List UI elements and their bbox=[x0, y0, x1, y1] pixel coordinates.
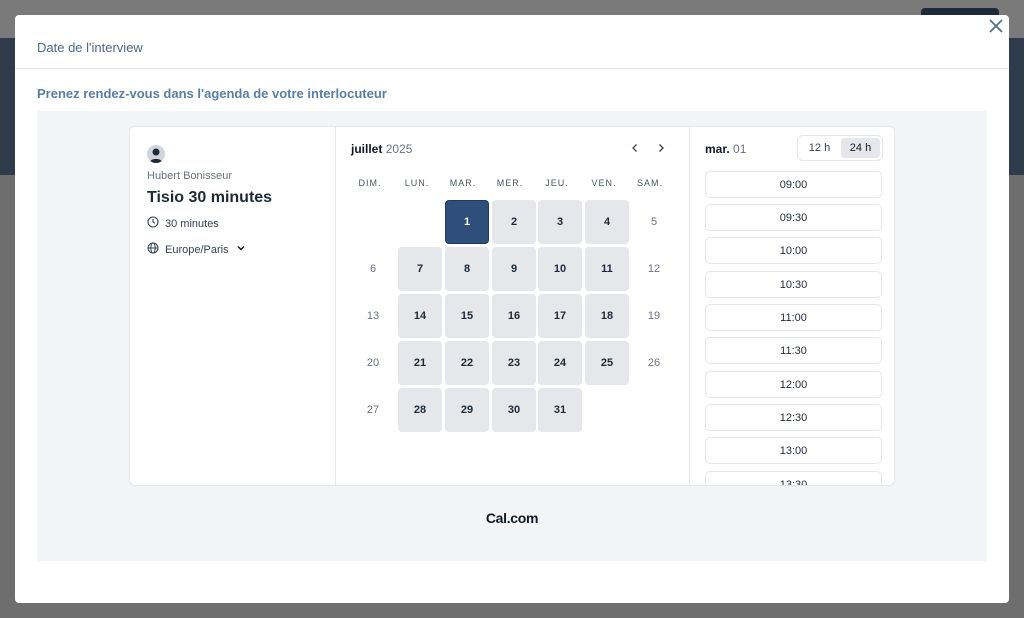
weekday-wed: MER. bbox=[496, 178, 524, 188]
calendar-day[interactable]: 17 bbox=[538, 294, 582, 338]
selected-day-name: mar. bbox=[705, 142, 730, 156]
calendar-day[interactable]: 15 bbox=[445, 294, 489, 338]
calendar-day: 12 bbox=[647, 263, 661, 275]
calendar-day[interactable]: 28 bbox=[398, 388, 442, 432]
close-icon[interactable] bbox=[987, 17, 1005, 35]
calendar-day[interactable]: 7 bbox=[398, 247, 442, 291]
host-name: Hubert Bonisseur bbox=[147, 170, 232, 182]
calendar-day: 19 bbox=[647, 310, 661, 322]
calendar-panel: juillet 2025 DIM. LUN. MAR. MER. JEU. VE… bbox=[337, 127, 690, 485]
calendar-day[interactable]: 21 bbox=[398, 341, 442, 385]
event-title: Tisio 30 minutes bbox=[147, 189, 273, 206]
calendar-day[interactable]: 10 bbox=[538, 247, 582, 291]
weekday-tue: MAR. bbox=[449, 178, 477, 188]
avatar bbox=[147, 145, 165, 163]
calcom-logo[interactable]: Cal.com bbox=[37, 510, 987, 526]
calendar-day[interactable]: 24 bbox=[538, 341, 582, 385]
weekday-thu: JEU. bbox=[545, 178, 569, 188]
previous-month-button[interactable] bbox=[628, 141, 642, 155]
weekday-sun: DIM. bbox=[358, 178, 382, 188]
calendar-day[interactable]: 29 bbox=[445, 388, 489, 432]
time-slot[interactable]: 12:30 bbox=[705, 404, 882, 431]
selected-day-number: 01 bbox=[733, 142, 747, 156]
calendar-day: 27 bbox=[366, 404, 380, 416]
calendar-day[interactable]: 22 bbox=[445, 341, 489, 385]
selected-date-heading: mar. 01 bbox=[705, 142, 746, 156]
calendar-day[interactable]: 3 bbox=[538, 200, 582, 244]
calendar-day[interactable]: 8 bbox=[445, 247, 489, 291]
chevron-down-icon bbox=[235, 242, 247, 257]
time-slot[interactable]: 10:00 bbox=[705, 237, 882, 264]
calendar-day[interactable]: 11 bbox=[585, 247, 629, 291]
calendar-day[interactable]: 4 bbox=[585, 200, 629, 244]
time-slots-panel: mar. 01 12 h 24 h 09:00 09:30 10:00 10:3… bbox=[691, 127, 895, 485]
timezone-selector[interactable]: Europe/Paris bbox=[147, 242, 247, 257]
calendar-day[interactable]: 31 bbox=[538, 388, 582, 432]
chevron-left-icon bbox=[632, 144, 637, 152]
modal-subtitle: Prenez rendez-vous dans l'agenda de votr… bbox=[37, 86, 387, 101]
duration-label: 30 minutes bbox=[165, 217, 219, 230]
calendar-day[interactable]: 2 bbox=[492, 200, 536, 244]
booking-embed: Hubert Bonisseur Tisio 30 minutes 30 min… bbox=[37, 111, 987, 561]
time-format-toggle: 12 h 24 h bbox=[797, 135, 883, 161]
calendar-day[interactable]: 30 bbox=[492, 388, 536, 432]
booking-card: Hubert Bonisseur Tisio 30 minutes 30 min… bbox=[129, 126, 895, 486]
time-slot[interactable]: 13:00 bbox=[705, 437, 882, 464]
globe-icon bbox=[147, 242, 159, 257]
next-month-button[interactable] bbox=[654, 141, 668, 155]
time-slot[interactable]: 09:00 bbox=[705, 171, 882, 198]
format-12h-option[interactable]: 12 h bbox=[800, 138, 839, 158]
time-slot[interactable]: 12:00 bbox=[705, 371, 882, 398]
calendar-day[interactable]: 1 bbox=[445, 200, 489, 244]
calendar-day[interactable]: 18 bbox=[585, 294, 629, 338]
interview-date-modal: Date de l'interview Prenez rendez-vous d… bbox=[15, 15, 1009, 603]
calendar-day[interactable]: 14 bbox=[398, 294, 442, 338]
modal-divider bbox=[15, 68, 1009, 69]
month-name: juillet bbox=[351, 142, 383, 156]
format-24h-option[interactable]: 24 h bbox=[841, 138, 880, 158]
time-slot[interactable]: 11:30 bbox=[705, 337, 882, 364]
time-slot[interactable]: 13:30 bbox=[705, 471, 882, 485]
calendar-day[interactable]: 25 bbox=[585, 341, 629, 385]
calendar-day[interactable]: 9 bbox=[492, 247, 536, 291]
time-slot[interactable]: 10:30 bbox=[705, 271, 882, 298]
weekday-mon: LUN. bbox=[404, 178, 430, 188]
duration-row: 30 minutes bbox=[147, 216, 219, 231]
weekday-sat: SAM. bbox=[636, 178, 663, 188]
month-heading: juillet 2025 bbox=[351, 142, 412, 156]
timezone-label: Europe/Paris bbox=[165, 243, 229, 256]
calendar-day: 13 bbox=[366, 310, 380, 322]
calendar-day: 6 bbox=[369, 263, 377, 275]
modal-title: Date de l'interview bbox=[37, 40, 143, 55]
chevron-right-icon bbox=[659, 144, 664, 152]
calendar-day[interactable]: 23 bbox=[492, 341, 536, 385]
year: 2025 bbox=[385, 142, 413, 156]
clock-icon bbox=[147, 216, 159, 231]
time-slot[interactable]: 09:30 bbox=[705, 204, 882, 231]
weekday-fri: VEN. bbox=[591, 178, 617, 188]
calendar-day: 5 bbox=[650, 216, 658, 228]
calendar-day: 20 bbox=[366, 357, 380, 369]
time-slot[interactable]: 11:00 bbox=[705, 304, 882, 331]
calendar-day: 26 bbox=[647, 357, 661, 369]
calendar-day[interactable]: 16 bbox=[492, 294, 536, 338]
event-info-panel: Hubert Bonisseur Tisio 30 minutes 30 min… bbox=[130, 127, 336, 485]
